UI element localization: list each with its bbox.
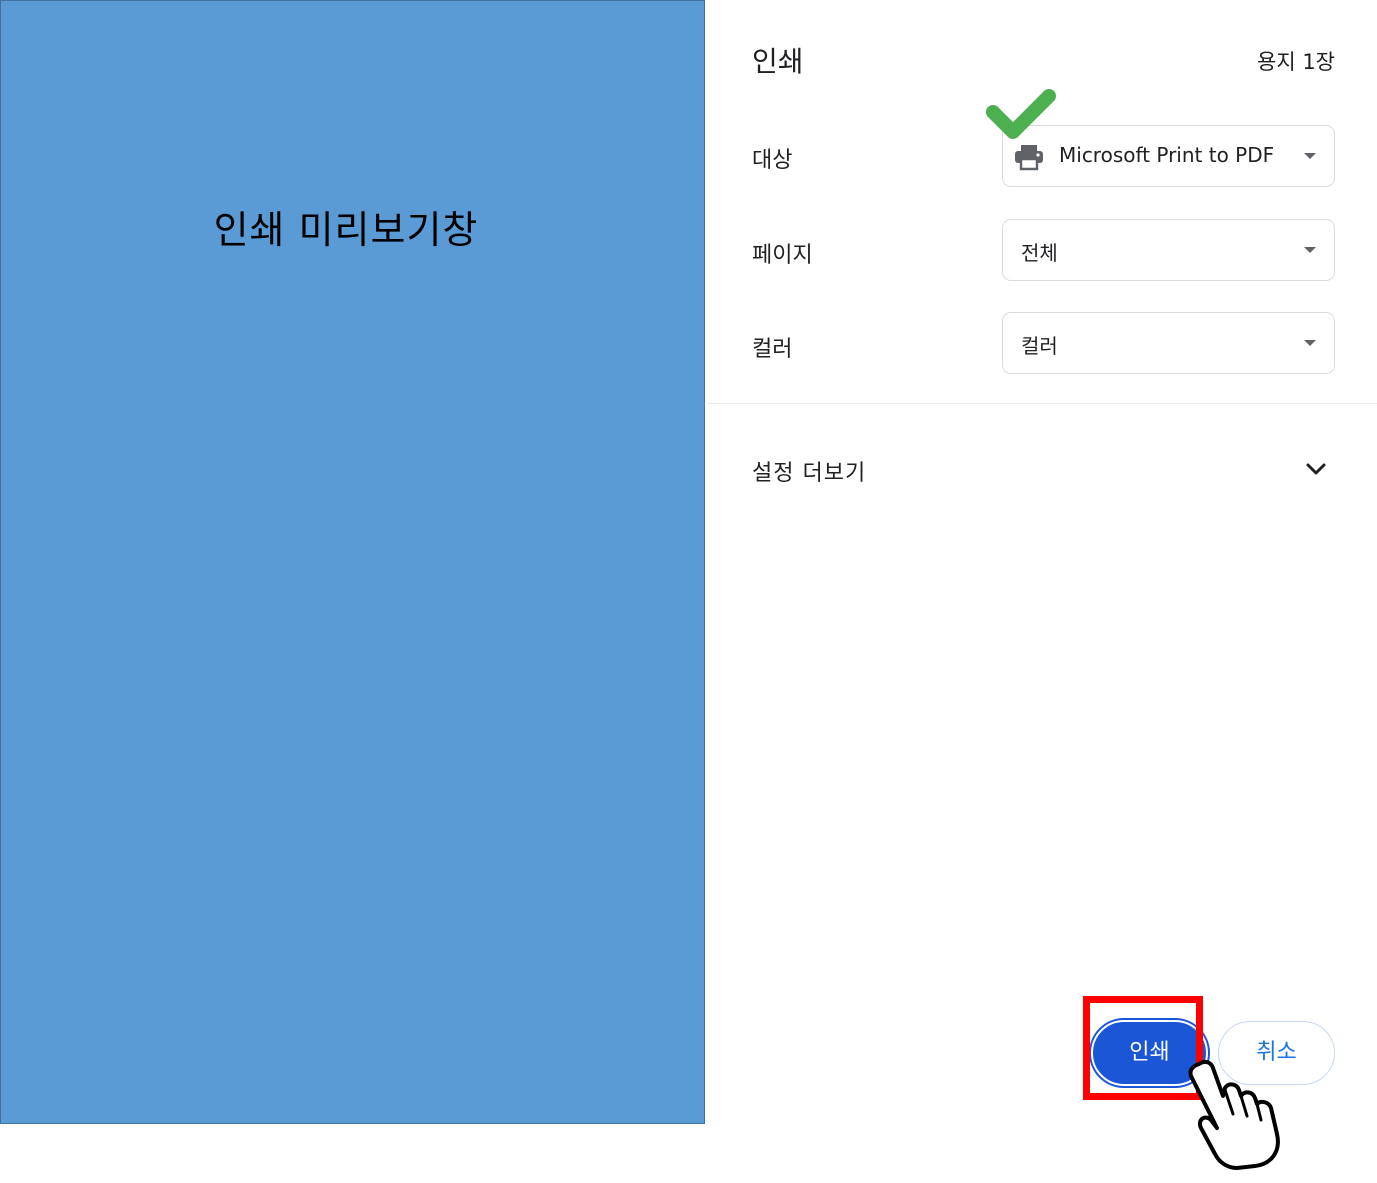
- print-preview-pane: 인쇄 미리보기창: [0, 0, 705, 1124]
- sheet-count: 용지 1장: [1257, 50, 1335, 74]
- caret-down-icon: [1304, 153, 1316, 159]
- color-label: 컬러: [752, 337, 793, 362]
- pages-select[interactable]: 전체: [1002, 219, 1335, 281]
- hand-pointer-icon: [1188, 1059, 1280, 1170]
- destination-label: 대상: [752, 148, 793, 173]
- page-title: 인쇄: [752, 45, 804, 78]
- preview-label: 인쇄 미리보기창: [213, 208, 479, 252]
- color-select[interactable]: 컬러: [1002, 312, 1335, 374]
- print-settings-panel: 인쇄 용지 1장 대상 Microsoft Print to PDF 페이지 전…: [707, 0, 1377, 1183]
- more-settings-toggle[interactable]: 설정 더보기: [752, 455, 866, 487]
- printer-icon: [1015, 145, 1043, 171]
- caret-down-icon: [1304, 340, 1316, 346]
- check-icon: [986, 89, 1056, 139]
- divider: [707, 403, 1377, 404]
- destination-value: Microsoft Print to PDF: [1059, 143, 1275, 167]
- color-value: 컬러: [1021, 334, 1058, 358]
- print-dialog: 인쇄 미리보기창 인쇄 용지 1장 대상 Microsoft Print to …: [0, 0, 1377, 1183]
- pages-label: 페이지: [752, 243, 813, 268]
- caret-down-icon: [1304, 247, 1316, 253]
- pages-value: 전체: [1021, 241, 1058, 265]
- chevron-down-icon[interactable]: [1305, 458, 1327, 480]
